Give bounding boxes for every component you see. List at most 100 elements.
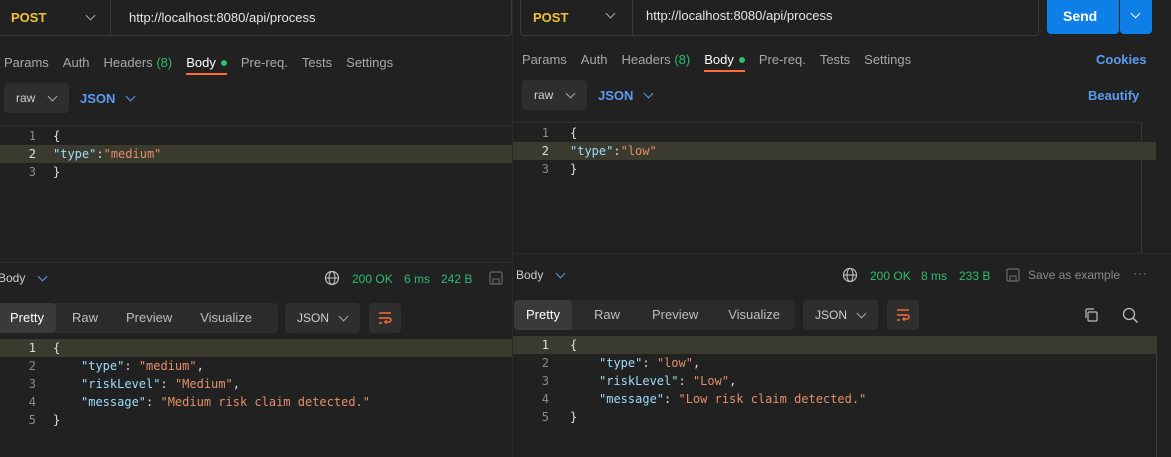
status-code[interactable]: 200 OK — [870, 269, 911, 283]
body-mode-label: raw — [16, 91, 36, 105]
send-options-button[interactable] — [1120, 0, 1152, 34]
response-label: Body — [0, 271, 26, 285]
tab-visualize[interactable]: Visualize — [188, 303, 264, 333]
format-select[interactable]: JSON — [803, 300, 878, 330]
line-number: 5 — [28, 413, 36, 427]
tab-headers[interactable]: Headers (8) — [622, 52, 691, 67]
tab-pretty[interactable]: Pretty — [514, 300, 572, 330]
tab-settings[interactable]: Settings — [346, 55, 393, 70]
body-mode-select[interactable]: raw — [522, 80, 587, 110]
tab-tests[interactable]: Tests — [820, 52, 850, 67]
json-value: "low" — [656, 356, 693, 370]
globe-icon[interactable] — [324, 270, 340, 286]
tab-settings[interactable]: Settings — [864, 52, 911, 67]
request-body-editor[interactable]: 1{ 2 "type":"medium" 3} — [0, 127, 512, 187]
response-time[interactable]: 8 ms — [921, 269, 947, 283]
wrap-lines-button[interactable] — [887, 300, 919, 330]
response-size[interactable]: 233 B — [959, 269, 990, 283]
line-number: 1 — [541, 126, 549, 140]
json-key: "message" — [599, 392, 665, 406]
format-label: JSON — [815, 308, 848, 322]
body-lang-label: JSON — [80, 91, 116, 106]
chevron-down-icon — [856, 308, 867, 319]
divider — [513, 122, 1141, 123]
tab-raw[interactable]: Raw — [60, 303, 110, 333]
beautify-link[interactable]: Beautify — [1088, 88, 1139, 103]
send-button[interactable]: Send — [1047, 0, 1119, 34]
response-size[interactable]: 242 B — [441, 272, 472, 286]
wrap-lines-button[interactable] — [369, 303, 401, 333]
tab-headers[interactable]: Headers (8) — [104, 55, 173, 70]
method-select[interactable]: POST — [0, 0, 111, 35]
response-time[interactable]: 6 ms — [404, 272, 430, 286]
request-pane-left: POST http://localhost:8080/api/process P… — [0, 0, 512, 457]
body-mode-select[interactable]: raw — [4, 83, 69, 113]
tab-headers-label: Headers — [103, 54, 153, 70]
line-number: 4 — [28, 395, 36, 409]
globe-icon[interactable] — [842, 267, 858, 283]
copy-icon[interactable] — [1083, 307, 1099, 323]
chevron-down-icon — [1130, 8, 1141, 19]
body-lang-select[interactable]: JSON — [598, 87, 658, 105]
response-body-viewer[interactable]: 1{ 2 "type": "low", 3 "riskLevel": "Low", … — [513, 336, 1156, 428]
response-body-toggle[interactable]: Body — [516, 268, 566, 282]
format-select[interactable]: JSON — [285, 303, 360, 333]
more-options-button[interactable]: ··· — [1133, 266, 1148, 280]
json-key: "type" — [570, 144, 614, 158]
line-number: 3 — [541, 162, 549, 176]
response-body-toggle[interactable]: Body — [0, 271, 48, 285]
tab-headers-label: Headers — [621, 51, 671, 67]
dot-icon — [738, 57, 745, 64]
json-key: "type" — [81, 359, 125, 373]
send-label: Send — [1063, 8, 1098, 24]
tab-body[interactable]: Body — [186, 55, 227, 75]
save-icon[interactable] — [488, 270, 504, 286]
tab-params[interactable]: Params — [4, 55, 49, 70]
line-number: 3 — [541, 374, 549, 388]
headers-count: (8) — [674, 51, 691, 67]
request-body-editor[interactable]: 1{ 2 "type":"low" 3} — [513, 124, 1156, 184]
divider — [513, 253, 1171, 254]
tab-preview[interactable]: Preview — [640, 300, 710, 330]
tab-params[interactable]: Params — [522, 52, 567, 67]
cookies-link[interactable]: Cookies — [1096, 52, 1147, 67]
response-body-viewer[interactable]: 1{ 2 "type": "medium", 3 "riskLevel": "Med… — [0, 339, 512, 431]
tab-auth[interactable]: Auth — [63, 55, 90, 70]
json-key: "riskLevel" — [599, 374, 679, 388]
tab-pretty[interactable]: Pretty — [0, 303, 56, 333]
save-as-example-button[interactable]: Save as example — [1028, 268, 1120, 282]
method-label: POST — [533, 10, 569, 25]
line-number: 4 — [541, 392, 549, 406]
divider — [0, 262, 512, 263]
tab-prereq[interactable]: Pre-req. — [759, 52, 806, 67]
tab-auth[interactable]: Auth — [581, 52, 608, 67]
json-value: "Low" — [692, 374, 730, 388]
url-input[interactable]: http://localhost:8080/api/process — [129, 10, 315, 25]
json-value: "Medium" — [174, 377, 233, 391]
headers-count: (8) — [156, 54, 173, 70]
json-key: "message" — [81, 395, 147, 409]
response-label: Body — [516, 268, 544, 282]
tab-tests[interactable]: Tests — [302, 55, 332, 70]
json-value: "medium" — [138, 359, 197, 373]
divider — [0, 125, 512, 126]
search-icon[interactable] — [1122, 307, 1139, 324]
line-number: 1 — [541, 338, 549, 352]
request-tabs: Params Auth Headers (8) Body Pre-req. Te… — [4, 49, 407, 75]
save-icon[interactable] — [1005, 267, 1021, 283]
response-scrollbar[interactable] — [1156, 336, 1157, 457]
method-select[interactable]: POST — [521, 0, 633, 35]
wrap-lines-icon — [897, 309, 910, 322]
tab-body[interactable]: Body — [704, 52, 745, 72]
status-code[interactable]: 200 OK — [352, 272, 393, 286]
wrap-lines-icon — [379, 312, 392, 325]
url-input[interactable]: http://localhost:8080/api/process — [646, 8, 832, 23]
tab-preview[interactable]: Preview — [114, 303, 184, 333]
response-view-tabs: Pretty Raw Preview Visualize — [0, 303, 278, 333]
body-lang-select[interactable]: JSON — [80, 90, 140, 108]
tab-visualize[interactable]: Visualize — [716, 300, 792, 330]
body-mode-label: raw — [534, 88, 554, 102]
chevron-down-icon — [643, 88, 654, 99]
tab-raw[interactable]: Raw — [582, 300, 632, 330]
tab-prereq[interactable]: Pre-req. — [241, 55, 288, 70]
